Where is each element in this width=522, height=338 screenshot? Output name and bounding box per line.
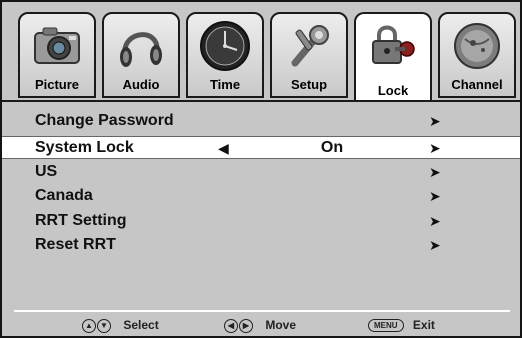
tab-label: Lock [377,83,409,98]
tab-channel[interactable]: Channel [438,12,516,98]
chevron-right-icon: ➤ [429,212,441,229]
select-hint-label: Select [123,318,159,332]
chevron-left-icon[interactable]: ◀ [218,138,229,158]
chevron-right-icon: ➤ [429,188,441,204]
menu-item-label: RRT Setting [35,211,127,229]
camera-icon [34,27,80,64]
menu-tab-bar: Picture Audio Time Setup Lock Channel [18,12,518,102]
menu-item-label: System Lock [35,138,134,156]
menu-item-change-password[interactable]: Change Password ➤ [2,110,520,135]
tab-time[interactable]: Time [186,12,264,98]
clock-icon [200,21,250,71]
menu-button-icon: MENU [368,319,404,333]
move-hint: ◀ ▶ Move [224,317,296,333]
tab-picture[interactable]: Picture [18,12,96,98]
menu-item-label: Change Password [35,112,174,129]
up-button-icon: ▲ [82,318,96,333]
down-button-icon: ▼ [97,318,111,333]
menu-item-us[interactable]: US ➤ [2,161,520,186]
exit-hint-label: Exit [412,318,435,332]
tools-icon [291,25,329,67]
left-button-icon: ◀ [224,318,238,333]
chevron-right-icon[interactable]: ➤ [429,138,441,158]
tab-label: Time [209,77,241,92]
satellite-dish-icon [454,23,500,69]
exit-hint: MENU Exit [368,317,435,333]
menu-item-reset-rrt[interactable]: Reset RRT ➤ [2,234,520,259]
menu-item-canada[interactable]: Canada ➤ [2,185,520,210]
tab-label: Setup [290,77,328,92]
tab-setup[interactable]: Setup [270,12,348,98]
headphones-icon [120,32,162,67]
system-lock-value: On [320,138,344,156]
tab-audio[interactable]: Audio [102,12,180,98]
tab-lock[interactable]: Lock [354,12,432,102]
menu-item-label: Reset RRT [35,236,116,253]
tab-label: Channel [451,77,503,92]
tab-underline [2,100,520,102]
menu-item-rrt-setting[interactable]: RRT Setting ➤ [2,210,520,235]
tv-osd-frame: Picture Audio Time Setup Lock Channel Ch… [0,0,522,338]
chevron-right-icon: ➤ [429,113,441,129]
lock-settings-menu: Change Password ➤ System Lock ◀ On ➤ US … [2,110,520,259]
tab-label: Picture [34,77,80,92]
menu-item-label: Canada [35,187,93,204]
menu-item-system-lock[interactable]: System Lock ◀ On ➤ [2,135,520,159]
menu-item-label: US [35,162,58,180]
lock-key-icon [372,25,415,64]
button-hint-bar: ▲ ▼ Select ◀ ▶ Move MENU Exit [2,315,520,335]
footer-divider [14,310,510,312]
right-button-icon: ▶ [239,318,253,333]
tab-label: Audio [122,77,160,92]
chevron-right-icon: ➤ [429,237,441,253]
move-hint-label: Move [265,318,297,332]
select-hint: ▲ ▼ Select [82,317,159,333]
chevron-right-icon: ➤ [429,163,441,180]
